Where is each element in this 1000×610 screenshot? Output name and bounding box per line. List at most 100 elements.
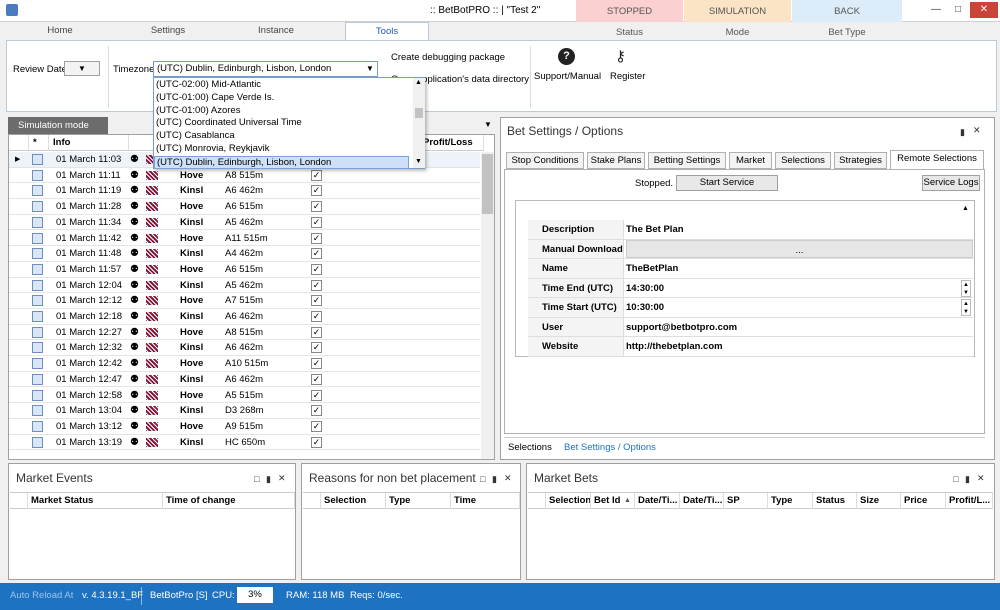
selected-checkbox[interactable]: ✓ (311, 389, 322, 401)
property-value[interactable]: The Bet Plan (626, 220, 973, 239)
timezone-option[interactable]: (UTC) Dublin, Edinburgh, Lisbon, London (154, 155, 409, 169)
subtab-selections[interactable]: Selections (775, 152, 831, 169)
col-header-type[interactable]: Type (768, 493, 813, 509)
register-button[interactable]: Register (610, 71, 645, 82)
selected-checkbox[interactable]: ✓ (311, 311, 322, 322)
col-header-date-time-2[interactable]: Date/Ti... (680, 493, 724, 509)
selected-checkbox[interactable]: ✓ (311, 436, 322, 448)
subtab-remote-selections[interactable]: Remote Selections (890, 150, 984, 170)
tab-selections[interactable]: Selections (508, 442, 552, 453)
pane-menu-icon[interactable]: ▼ (484, 120, 492, 129)
col-header-status[interactable]: Status (813, 493, 857, 509)
timezone-option[interactable]: (UTC-02:00) Mid-Atlantic (154, 79, 409, 92)
property-row[interactable]: Time End (UTC) 14:30:00 ▲ ▼ (528, 278, 973, 298)
property-value[interactable]: http://thebetplan.com (626, 337, 973, 356)
manual-download-button[interactable]: ... (626, 239, 973, 258)
col-header-size[interactable]: Size (857, 493, 901, 509)
selected-checkbox[interactable]: ✓ (311, 295, 322, 307)
col-header-star[interactable]: * (29, 135, 49, 151)
timezone-select[interactable]: (UTC) Dublin, Edinburgh, Lisbon, London (153, 61, 378, 77)
support-button[interactable]: Support/Manual (534, 71, 601, 82)
create-debug-link[interactable]: Create debugging package (391, 52, 505, 63)
table-row[interactable]: 01 March 12:27 ⚉ Hove A8 515m ✓ (9, 325, 480, 341)
property-value[interactable]: TheBetPlan (626, 259, 973, 278)
row-checkbox[interactable] (32, 201, 43, 213)
property-row[interactable]: User Identificationsupport@betbotpro.com (528, 317, 973, 352)
selected-checkbox[interactable]: ✓ (311, 248, 322, 260)
tab-instance[interactable]: Instance (246, 22, 306, 40)
row-checkbox[interactable] (32, 358, 43, 370)
selected-checkbox[interactable]: ✓ (311, 263, 322, 275)
selected-checkbox[interactable]: ✓ (311, 420, 322, 432)
dock-icon[interactable]: □ (254, 474, 259, 484)
subtab-stake-plans[interactable]: Stake Plans (587, 152, 645, 169)
table-row[interactable]: 01 March 12:32 ⚉ Kinsl A6 462m ✓ (9, 340, 480, 357)
col-header-info[interactable]: Info (49, 135, 129, 151)
timezone-option[interactable]: (UTC-01:00) Azores (154, 105, 409, 118)
maximize-icon[interactable]: □ (948, 2, 968, 18)
table-row[interactable]: 01 March 12:47 ⚉ Kinsl A6 462m ✓ (9, 372, 480, 388)
close-icon[interactable]: ✕ (973, 125, 981, 136)
col-header-selection[interactable]: Selection (546, 493, 591, 509)
bet-type-box[interactable]: BACK Bet Type (792, 0, 902, 40)
collapse-icon[interactable]: ▲ (962, 205, 969, 212)
property-value[interactable]: 14:30:00 (626, 279, 973, 298)
row-checkbox[interactable] (32, 342, 43, 354)
property-row[interactable]: Manual Download... (528, 239, 973, 259)
property-row[interactable]: Name TheBetPlan (528, 259, 973, 279)
table-row[interactable]: 01 March 11:11 ⚉ Hove A8 515m ✓ (9, 168, 480, 184)
tab-bet-settings[interactable]: Bet Settings / Options (564, 442, 656, 453)
dock-icon[interactable]: □ (953, 474, 958, 484)
timezone-option[interactable]: (UTC) Coordinated Universal Time (154, 117, 409, 130)
table-row[interactable]: 01 March 11:28 ⚉ Hove A6 515m ✓ (9, 199, 480, 215)
table-row[interactable]: 01 March 11:42 ⚉ Hove A11 515m ✓ (9, 231, 480, 247)
row-checkbox[interactable] (32, 232, 43, 244)
property-row[interactable]: Description The Bet Plan (528, 220, 973, 240)
property-value[interactable]: 10:30:00 (626, 298, 973, 317)
row-checkbox[interactable] (32, 373, 43, 385)
selected-checkbox[interactable]: ✓ (311, 373, 322, 385)
minimize-icon[interactable]: — (926, 2, 946, 18)
row-checkbox[interactable] (32, 389, 43, 401)
table-row[interactable]: 01 March 13:19 ⚉ Kinsl HC 650m ✓ (9, 435, 480, 451)
col-header-time-of-change[interactable]: Time of change (163, 493, 295, 509)
col-header-sp[interactable]: SP (724, 493, 768, 509)
row-checkbox[interactable] (32, 326, 43, 338)
row-checkbox[interactable] (32, 185, 43, 197)
chevron-down-icon[interactable]: ▼ (363, 62, 377, 76)
subtab-betting-settings[interactable]: Betting Settings (648, 152, 726, 169)
tab-simulation-mode[interactable]: Simulation mode (8, 117, 108, 134)
selected-checkbox[interactable]: ✓ (311, 201, 322, 213)
selected-checkbox[interactable]: ✓ (311, 405, 322, 417)
property-value[interactable]: support@betbotpro.com (626, 318, 973, 337)
row-checkbox[interactable] (32, 154, 43, 165)
row-checkbox[interactable] (32, 420, 43, 432)
row-checkbox[interactable] (32, 263, 43, 275)
table-row[interactable]: 01 March 11:57 ⚉ Hove A6 515m ✓ (9, 262, 480, 278)
tab-home[interactable]: Home (30, 22, 90, 40)
table-row[interactable]: 01 March 11:19 ⚉ Kinsl A6 462m ✓ (9, 183, 480, 200)
chevron-down-icon[interactable]: ▼ (415, 158, 422, 165)
col-header-selection[interactable]: Selection (321, 493, 386, 509)
timezone-dropdown[interactable]: (UTC-02:00) Mid-Atlantic (UTC-01:00) Cape… (153, 77, 425, 169)
pin-icon[interactable]: ▮ (266, 474, 271, 485)
table-row[interactable]: 01 March 11:34 ⚉ Kinsl A5 462m ✓ (9, 215, 480, 231)
col-header-date-time-1[interactable]: Date/Ti... (635, 493, 680, 509)
table-row[interactable]: 01 March 13:04 ⚉ Kinsl D3 268m ✓ (9, 403, 480, 419)
tab-settings[interactable]: Settings (138, 22, 198, 40)
subtab-strategies[interactable]: Strategies (834, 152, 887, 169)
selected-checkbox[interactable]: ✓ (311, 342, 322, 354)
scrollbar-thumb[interactable] (482, 154, 493, 214)
property-row[interactable]: Website http://thebetplan.com (528, 337, 973, 357)
row-checkbox[interactable] (32, 216, 43, 228)
timezone-option[interactable]: (UTC) Casablanca (154, 130, 409, 143)
close-icon[interactable]: ✕ (970, 2, 998, 18)
key-icon[interactable]: ⚷ (615, 47, 635, 67)
col-header-price[interactable]: Price (901, 493, 946, 509)
row-checkbox[interactable] (32, 295, 43, 307)
pin-icon[interactable]: ▮ (492, 474, 497, 485)
col-header-profit-loss[interactable]: Profit/L... (946, 493, 993, 509)
scrollbar-thumb[interactable] (415, 108, 423, 118)
close-icon[interactable]: ✕ (504, 473, 512, 484)
grid-scrollbar[interactable] (481, 152, 494, 459)
